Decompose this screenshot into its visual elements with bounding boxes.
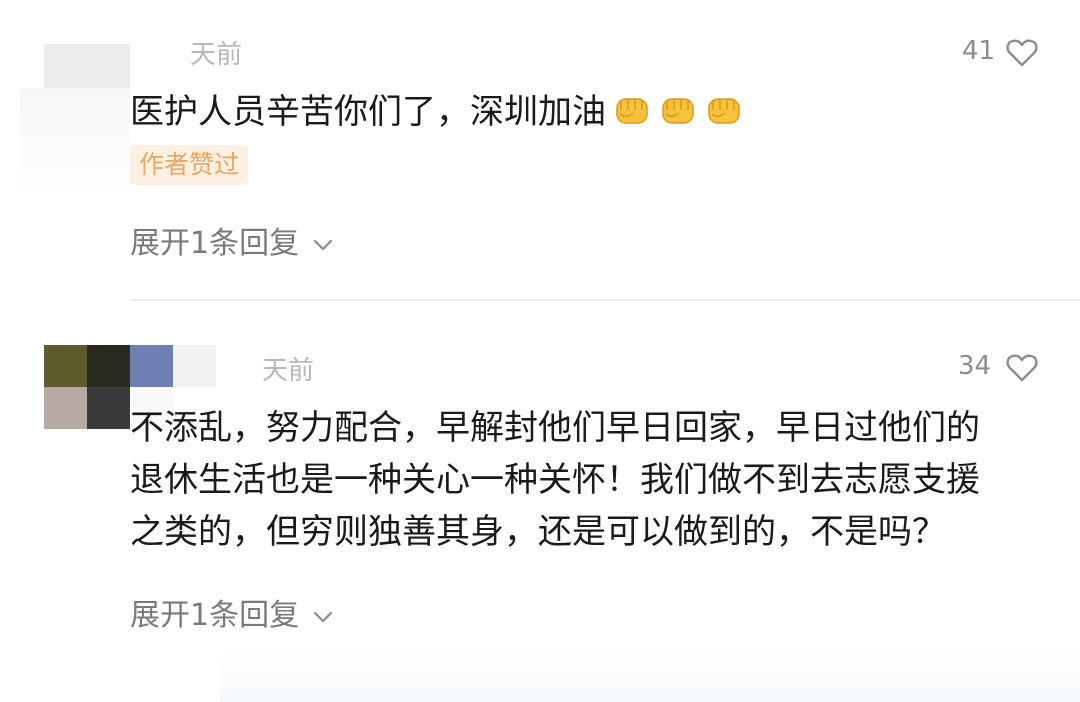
comment-line: 退休生活也是一种关心一种关怀！我们做不到去志愿支援 — [130, 460, 980, 500]
heart-outline-icon[interactable] — [1006, 38, 1038, 68]
comment-line: 之类的，但穷则独善其身，还是可以做到的，不是吗？ — [130, 512, 946, 552]
raised-fist-emoji — [658, 89, 698, 138]
avatar-shadow — [20, 88, 130, 198]
comment-time: 天前 — [262, 356, 315, 386]
like-count: 34 — [958, 351, 992, 381]
heart-outline-icon[interactable] — [1006, 353, 1038, 383]
author-liked-badge: 作者赞过 — [130, 145, 249, 185]
avatar[interactable] — [44, 44, 130, 88]
expand-replies-button[interactable]: 展开1条回复 — [130, 218, 333, 262]
next-comment-fade — [220, 650, 1080, 702]
chevron-down-icon — [313, 611, 333, 622]
comment-text: 不添乱，努力配合，早解封他们早日回家，早日过他们的 退休生活也是一种关心一种关怀… — [130, 402, 1060, 558]
comment-line: 不添乱，努力配合，早解封他们早日回家，早日过他们的 — [130, 408, 980, 448]
chevron-down-icon — [313, 239, 333, 250]
comment-body: 医护人员辛苦你们了，深圳加油 — [130, 92, 606, 132]
comment-thread: 天前 41 医护人员辛苦你们了，深圳加油 作者赞过 展开1条回复 天前 34 不… — [0, 0, 1080, 702]
raised-fist-emoji — [704, 89, 744, 138]
like-count: 41 — [962, 36, 996, 66]
divider — [130, 299, 1080, 301]
expand-replies-button[interactable]: 展开1条回复 — [130, 590, 333, 634]
raised-fist-emoji — [612, 89, 652, 138]
expand-label: 展开1条回复 — [130, 598, 300, 633]
comment-time: 天前 — [190, 40, 243, 70]
comment-text: 医护人员辛苦你们了，深圳加油 — [130, 84, 744, 138]
expand-label: 展开1条回复 — [130, 226, 300, 261]
